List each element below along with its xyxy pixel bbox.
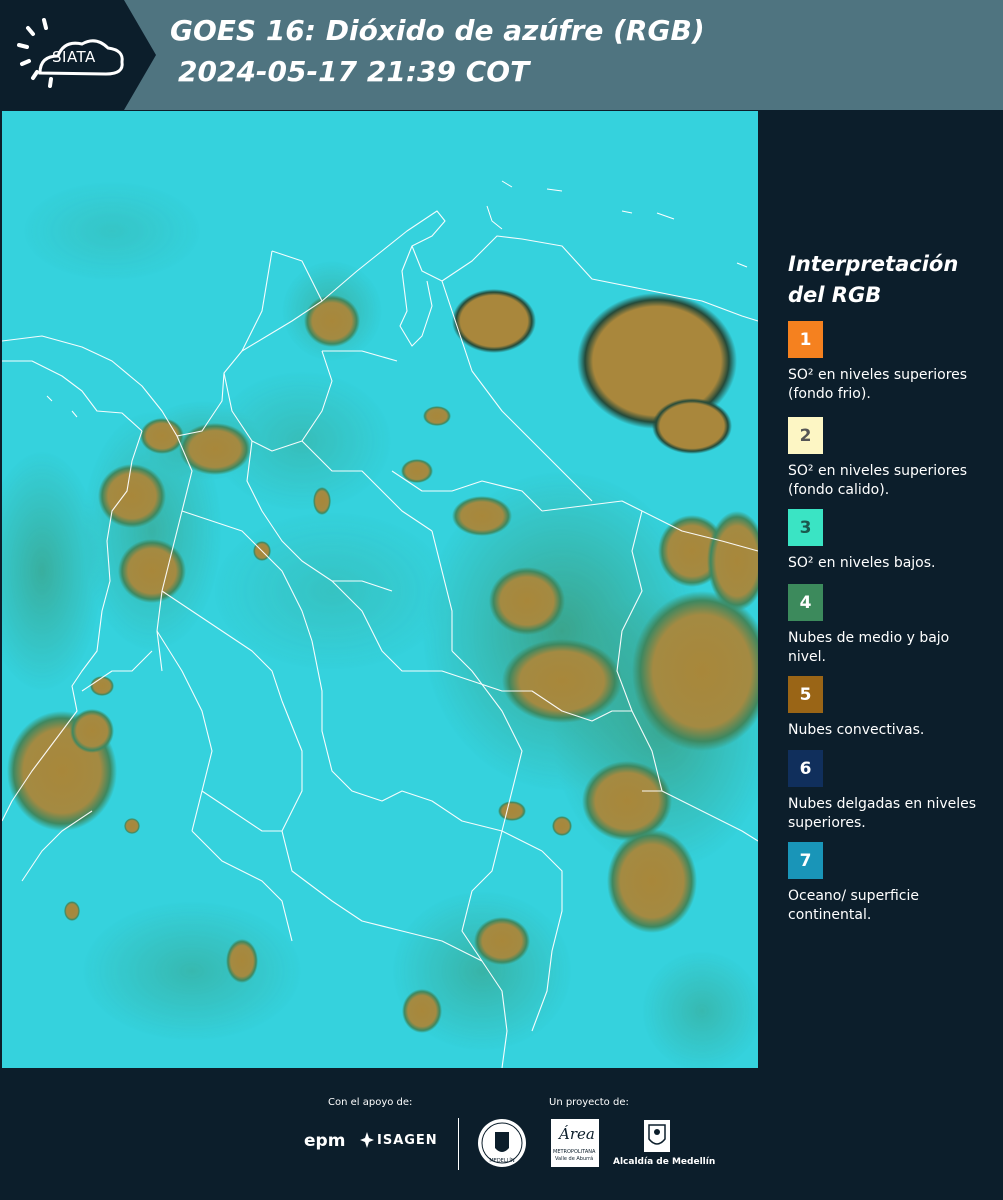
legend-item-3: 3 SO² en niveles bajos. — [788, 509, 998, 573]
area-name: Área — [559, 1125, 595, 1143]
area-metropolitana-logo: Área METROPOLITANA Valle de Aburrá — [551, 1119, 599, 1167]
legend-swatch-5: 5 — [788, 676, 823, 713]
legend-swatch-7: 7 — [788, 842, 823, 879]
header-bar: SIATA GOES 16: Dióxido de azúfre (RGB) 2… — [0, 0, 1003, 110]
siata-logo: SIATA — [0, 0, 156, 110]
legend-label-2: SO² en niveles superiores (fondo calido)… — [788, 463, 968, 498]
area-subtitle-1: METROPOLITANA — [553, 1149, 596, 1155]
shield-icon — [495, 1132, 509, 1152]
footer-divider — [458, 1118, 459, 1170]
legend-title-line1: Interpretación — [788, 252, 959, 276]
support-caption: Con el apoyo de: — [328, 1097, 413, 1108]
legend-item-1: 1 SO² en niveles superiores (fondo frio)… — [788, 321, 998, 404]
alcaldia-label: Alcaldía de Medellín — [613, 1157, 716, 1167]
legend-swatch-4: 4 — [788, 584, 823, 621]
legend-label-5: Nubes convectivas. — [788, 722, 925, 738]
legend-label-3: SO² en niveles bajos. — [788, 555, 936, 571]
legend-item-7: 7 Oceano/ superficie continental. — [788, 842, 998, 925]
footer: Con el apoyo de: Un proyecto de: epm ISA… — [0, 1068, 1003, 1200]
project-caption: Un proyecto de: — [549, 1097, 629, 1108]
legend-label-1: SO² en niveles superiores (fondo frio). — [788, 367, 968, 402]
legend-label-4: Nubes de medio y bajo nivel. — [788, 630, 950, 665]
legend-number-2: 2 — [799, 425, 812, 446]
timestamp: 2024-05-17 21:39 COT — [178, 55, 530, 88]
legend-swatch-3: 3 — [788, 509, 823, 546]
legend-number-5: 5 — [799, 684, 812, 705]
legend-number-4: 4 — [799, 592, 812, 613]
satellite-map — [2, 111, 758, 1068]
legend-title: Interpretación del RGB — [788, 249, 988, 311]
seal-label: MEDELLÍN — [489, 1157, 515, 1164]
legend-number-3: 3 — [799, 517, 812, 538]
legend-swatch-2: 2 — [788, 417, 823, 454]
legend-swatch-1: 1 — [788, 321, 823, 358]
epm-logo: epm — [304, 1131, 346, 1151]
legend-number-1: 1 — [799, 329, 812, 350]
medellin-seal: MEDELLÍN — [477, 1118, 527, 1168]
isagen-icon — [360, 1132, 374, 1148]
page-title: GOES 16: Dióxido de azúfre (RGB) — [170, 14, 705, 47]
isagen-logo: ISAGEN — [377, 1133, 438, 1148]
legend-label-7: Oceano/ superficie continental. — [788, 888, 919, 923]
legend-number-7: 7 — [799, 850, 812, 871]
legend-panel: Interpretación del RGB 1 SO² en niveles … — [760, 111, 1003, 1068]
legend-item-6: 6 Nubes delgadas en niveles superiores. — [788, 750, 998, 833]
area-subtitle-2: Valle de Aburrá — [555, 1156, 594, 1162]
alcaldia-crest — [643, 1119, 671, 1153]
legend-item-2: 2 SO² en niveles superiores (fondo calid… — [788, 417, 998, 500]
legend-swatch-6: 6 — [788, 750, 823, 787]
legend-item-5: 5 Nubes convectivas. — [788, 676, 998, 740]
legend-title-line2: del RGB — [788, 283, 882, 307]
legend-label-6: Nubes delgadas en niveles superiores. — [788, 796, 977, 831]
legend-number-6: 6 — [799, 758, 812, 779]
logo-label: SIATA — [52, 48, 96, 66]
legend-item-4: 4 Nubes de medio y bajo nivel. — [788, 584, 998, 667]
